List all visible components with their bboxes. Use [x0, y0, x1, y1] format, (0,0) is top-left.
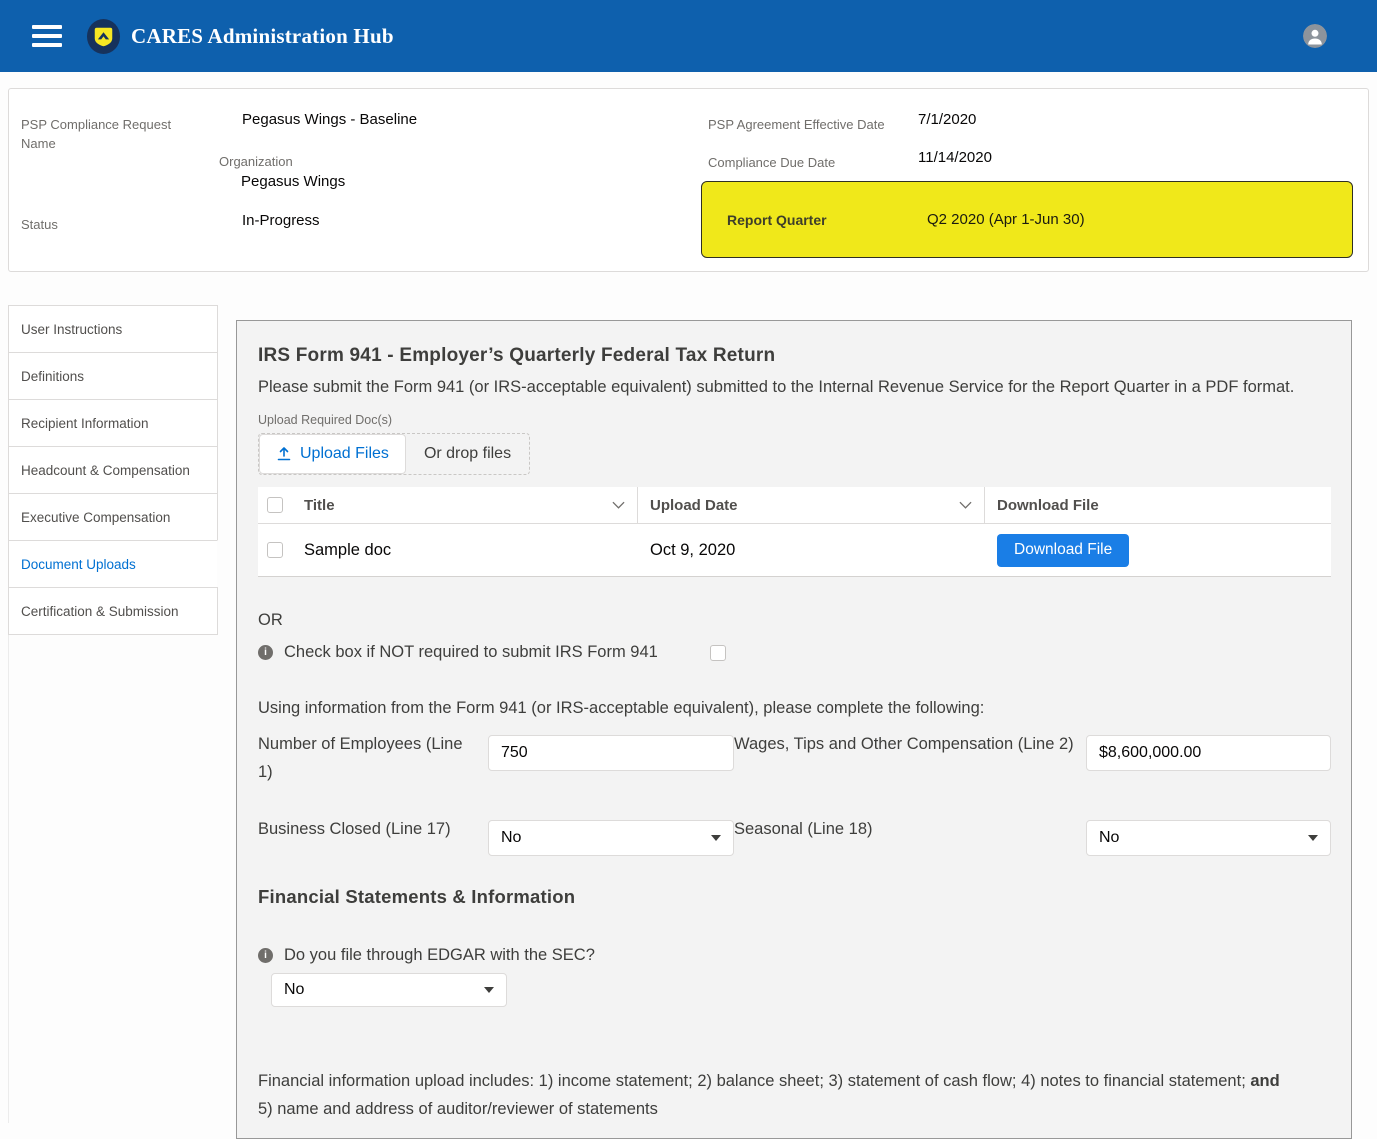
compliance-summary-card: PSP Compliance Request Name Pegasus Wing… [8, 88, 1369, 272]
employees-input[interactable] [488, 735, 734, 771]
file-dropzone[interactable]: Upload Files Or drop files [258, 433, 530, 475]
caret-down-icon [1308, 835, 1318, 841]
status-label: Status [21, 215, 58, 234]
wages-label: Wages, Tips and Other Compensation (Line… [734, 730, 1086, 786]
caret-down-icon [711, 835, 721, 841]
request-name-label: PSP Compliance Request Name [21, 115, 196, 153]
seasonal-label: Seasonal (Line 18) [734, 815, 1086, 856]
edgar-select[interactable]: No [271, 973, 507, 1007]
row-checkbox[interactable] [267, 542, 283, 558]
form941-instructions: Using information from the Form 941 (or … [258, 699, 1330, 718]
upload-icon [276, 446, 292, 462]
upload-required-docs-label: Upload Required Doc(s) [258, 413, 1330, 427]
request-name-value: Pegasus Wings - Baseline [242, 111, 417, 128]
financial-section-title: Financial Statements & Information [258, 886, 1330, 908]
report-quarter-label: Report Quarter [727, 212, 827, 228]
report-quarter-highlight: Report Quarter Q2 2020 (Apr 1-Jun 30) [701, 181, 1353, 258]
sidebar-item-recipient-information[interactable]: Recipient Information [8, 399, 218, 447]
edgar-question-label: Do you file through EDGAR with the SEC? [284, 946, 595, 965]
menu-icon[interactable] [32, 20, 64, 52]
organization-value: Pegasus Wings [241, 173, 345, 190]
column-header-upload-date[interactable]: Upload Date [638, 487, 985, 523]
section-title-941: IRS Form 941 - Employer’s Quarterly Fede… [258, 345, 1330, 367]
app-logo-icon [86, 18, 121, 55]
effective-date-value: 7/1/2020 [918, 111, 976, 128]
edgar-question-row: i Do you file through EDGAR with the SEC… [258, 946, 1330, 965]
app-title: CARES Administration Hub [131, 24, 394, 49]
not-required-checkbox[interactable] [710, 645, 726, 661]
sidebar-item-headcount-compensation[interactable]: Headcount & Compensation [8, 446, 218, 494]
user-avatar-icon[interactable] [1303, 24, 1327, 48]
business-closed-select[interactable]: No [488, 820, 734, 856]
doc-title-cell: Sample doc [292, 524, 638, 576]
caret-down-icon [484, 987, 494, 993]
sidebar-item-document-uploads[interactable]: Document Uploads [8, 540, 218, 588]
due-date-label: Compliance Due Date [708, 153, 835, 172]
financial-upload-note: Financial information upload includes: 1… [258, 1067, 1298, 1123]
table-row: Sample doc Oct 9, 2020 Download File [258, 524, 1331, 577]
effective-date-label: PSP Agreement Effective Date [708, 115, 885, 134]
organization-label: Organization [219, 152, 293, 171]
column-header-title[interactable]: Title [292, 487, 638, 523]
wages-input[interactable] [1086, 735, 1331, 771]
info-icon[interactable]: i [258, 948, 273, 963]
table-header-row: Title Upload Date Download File [258, 487, 1331, 524]
sidebar-spacer [8, 635, 218, 1123]
app-header: CARES Administration Hub [0, 0, 1377, 72]
column-header-download-file: Download File [985, 487, 1331, 523]
form941-fields: Number of Employees (Line 1) Wages, Tips… [258, 730, 1330, 856]
chevron-down-icon [612, 501, 625, 509]
section-description-941: Please submit the Form 941 (or IRS-accep… [258, 373, 1328, 401]
not-required-row: i Check box if NOT required to submit IR… [258, 643, 1330, 662]
business-closed-label: Business Closed (Line 17) [258, 815, 488, 856]
content-columns: User Instructions Definitions Recipient … [8, 305, 1369, 1139]
upload-files-button[interactable]: Upload Files [259, 434, 406, 474]
doc-action-cell: Download File [985, 524, 1331, 576]
sidebar-item-user-instructions[interactable]: User Instructions [8, 305, 218, 353]
sidebar-item-executive-compensation[interactable]: Executive Compensation [8, 493, 218, 541]
uploaded-docs-table: Title Upload Date Download File [258, 487, 1331, 577]
drop-files-text: Or drop files [406, 445, 529, 463]
sidebar-item-definitions[interactable]: Definitions [8, 352, 218, 400]
download-file-button[interactable]: Download File [997, 534, 1129, 567]
not-required-label: Check box if NOT required to submit IRS … [284, 643, 658, 662]
seasonal-select[interactable]: No [1086, 820, 1331, 856]
select-all-cell [258, 487, 292, 523]
doc-date-cell: Oct 9, 2020 [638, 524, 985, 576]
sidebar-nav: User Instructions Definitions Recipient … [8, 305, 218, 635]
info-icon[interactable]: i [258, 645, 273, 660]
employees-label: Number of Employees (Line 1) [258, 730, 488, 786]
or-text: OR [258, 611, 1330, 630]
select-all-checkbox[interactable] [267, 497, 283, 513]
document-uploads-panel: IRS Form 941 - Employer’s Quarterly Fede… [236, 320, 1352, 1139]
chevron-down-icon [959, 501, 972, 509]
sidebar: User Instructions Definitions Recipient … [8, 305, 218, 1123]
row-select-cell [258, 524, 292, 576]
due-date-value: 11/14/2020 [918, 149, 992, 166]
report-quarter-value: Q2 2020 (Apr 1-Jun 30) [927, 211, 1085, 228]
status-value: In-Progress [242, 212, 320, 229]
upload-files-label: Upload Files [300, 445, 389, 463]
sidebar-item-certification-submission[interactable]: Certification & Submission [8, 587, 218, 635]
